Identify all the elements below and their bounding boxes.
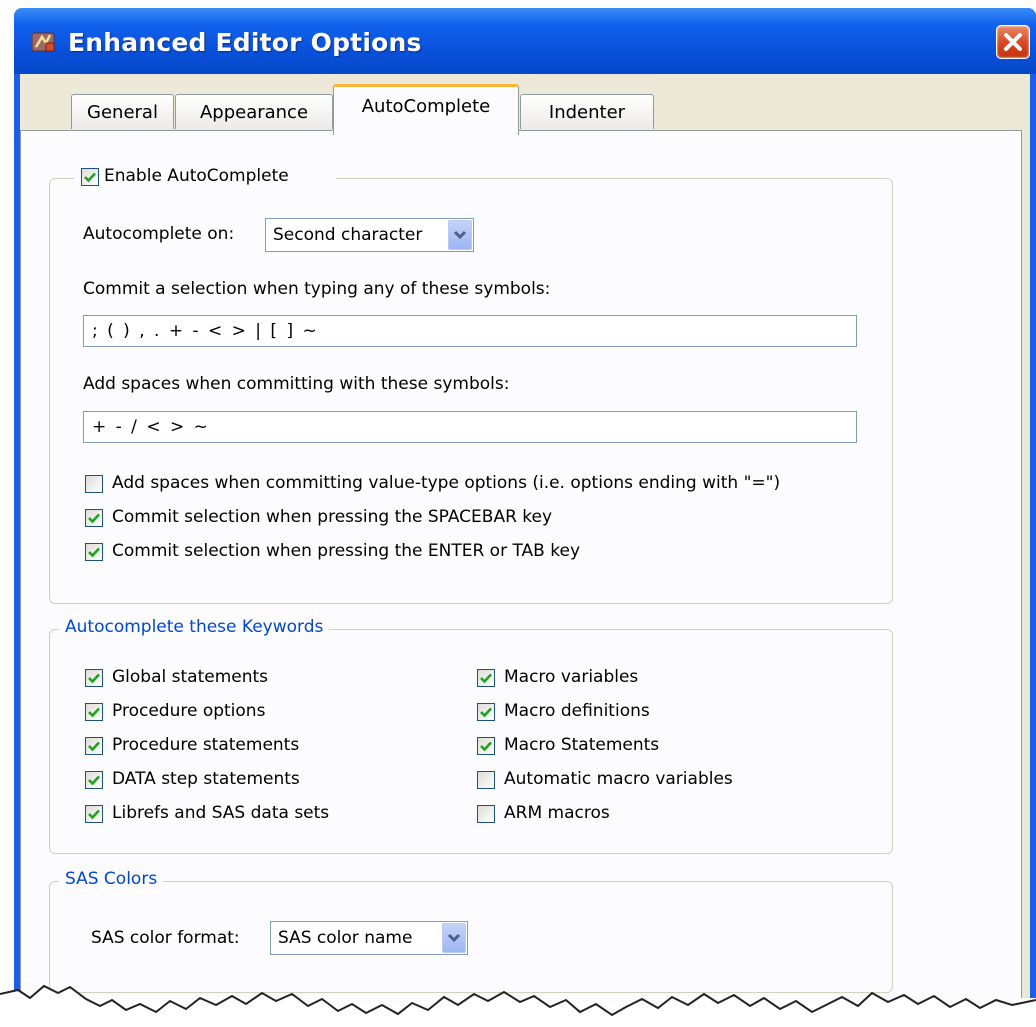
check-icon bbox=[480, 741, 492, 752]
enable-autocomplete-legend: Enable AutoComplete bbox=[74, 166, 336, 190]
kw-arm-macros-checkbox[interactable] bbox=[477, 805, 495, 823]
enable-autocomplete-checkbox[interactable] bbox=[81, 168, 99, 186]
sas-colors-group-title: SAS Colors bbox=[59, 869, 164, 889]
value-type-spaces-label: Add spaces when committing value-type op… bbox=[112, 473, 781, 493]
dropdown-button[interactable] bbox=[442, 923, 466, 953]
dropdown-button[interactable] bbox=[448, 220, 472, 250]
keywords-group-title: Autocomplete these Keywords bbox=[59, 617, 330, 637]
kw-global-statements-label: Global statements bbox=[112, 667, 269, 687]
commit-spacebar-label: Commit selection when pressing the SPACE… bbox=[112, 507, 553, 527]
close-button[interactable] bbox=[996, 25, 1030, 59]
kw-arm-macros-label: ARM macros bbox=[504, 803, 610, 823]
enable-autocomplete-label: Enable AutoComplete bbox=[104, 166, 289, 186]
kw-data-step-statements-label: DATA step statements bbox=[112, 769, 300, 789]
kw-macro-definitions-label: Macro definitions bbox=[504, 701, 650, 721]
kw-librefs-label: Librefs and SAS data sets bbox=[112, 803, 330, 823]
kw-procedure-statements-label: Procedure statements bbox=[112, 735, 300, 755]
kw-macro-definitions-checkbox[interactable] bbox=[477, 703, 495, 721]
kw-procedure-options-label: Procedure options bbox=[112, 701, 266, 721]
commit-enter-tab-label: Commit selection when pressing the ENTER… bbox=[112, 541, 580, 561]
commit-spacebar-checkbox[interactable] bbox=[85, 509, 103, 527]
chevron-down-icon bbox=[447, 933, 461, 943]
app-icon bbox=[32, 32, 55, 52]
tab-bar: General Appearance AutoComplete Indenter bbox=[20, 74, 1030, 135]
value-type-spaces-checkbox[interactable] bbox=[85, 475, 103, 493]
chevron-down-icon bbox=[453, 230, 467, 240]
kw-macro-variables-checkbox[interactable] bbox=[477, 669, 495, 687]
add-spaces-input[interactable]: + - / < > ~ bbox=[83, 411, 857, 443]
sas-color-format-label: SAS color format: bbox=[91, 928, 240, 948]
dialog-window: Enhanced Editor Options General Appearan… bbox=[14, 8, 1036, 998]
check-icon bbox=[88, 775, 100, 786]
check-icon bbox=[84, 172, 96, 183]
tab-autocomplete[interactable]: AutoComplete bbox=[333, 84, 519, 135]
kw-macro-variables-label: Macro variables bbox=[504, 667, 639, 687]
commit-symbols-label: Commit a selection when typing any of th… bbox=[83, 279, 551, 299]
dialog-client: General Appearance AutoComplete Indenter… bbox=[20, 74, 1030, 998]
close-icon bbox=[1004, 33, 1022, 51]
tab-general[interactable]: General bbox=[71, 94, 174, 129]
torn-edge bbox=[0, 960, 1036, 1027]
tab-appearance[interactable]: Appearance bbox=[175, 94, 333, 129]
check-icon bbox=[88, 513, 100, 524]
autocomplete-on-value: Second character bbox=[273, 225, 423, 245]
check-icon bbox=[88, 707, 100, 718]
check-icon bbox=[88, 547, 100, 558]
title-bar[interactable]: Enhanced Editor Options bbox=[14, 8, 1036, 74]
autocomplete-on-label: Autocomplete on: bbox=[83, 224, 235, 244]
commit-symbols-input[interactable]: ; ( ) , . + - < > | [ ] ~ bbox=[83, 315, 857, 347]
autocomplete-tab-panel: Enable AutoComplete Autocomplete on: Sec… bbox=[20, 130, 1022, 998]
check-icon bbox=[88, 809, 100, 820]
kw-macro-statements-checkbox[interactable] bbox=[477, 737, 495, 755]
kw-global-statements-checkbox[interactable] bbox=[85, 669, 103, 687]
commit-enter-tab-checkbox[interactable] bbox=[85, 543, 103, 561]
tab-indenter[interactable]: Indenter bbox=[520, 94, 654, 129]
kw-procedure-options-checkbox[interactable] bbox=[85, 703, 103, 721]
check-icon bbox=[88, 673, 100, 684]
check-icon bbox=[480, 707, 492, 718]
autocomplete-on-select[interactable]: Second character bbox=[265, 218, 474, 252]
check-icon bbox=[88, 741, 100, 752]
check-icon bbox=[480, 673, 492, 684]
kw-macro-statements-label: Macro Statements bbox=[504, 735, 660, 755]
kw-automatic-macro-variables-label: Automatic macro variables bbox=[504, 769, 733, 789]
kw-librefs-checkbox[interactable] bbox=[85, 805, 103, 823]
kw-procedure-statements-checkbox[interactable] bbox=[85, 737, 103, 755]
kw-data-step-statements-checkbox[interactable] bbox=[85, 771, 103, 789]
window-title: Enhanced Editor Options bbox=[68, 28, 422, 57]
sas-color-format-value: SAS color name bbox=[278, 928, 413, 948]
kw-automatic-macro-variables-checkbox[interactable] bbox=[477, 771, 495, 789]
add-spaces-label: Add spaces when committing with these sy… bbox=[83, 374, 510, 394]
sas-color-format-select[interactable]: SAS color name bbox=[270, 921, 468, 955]
